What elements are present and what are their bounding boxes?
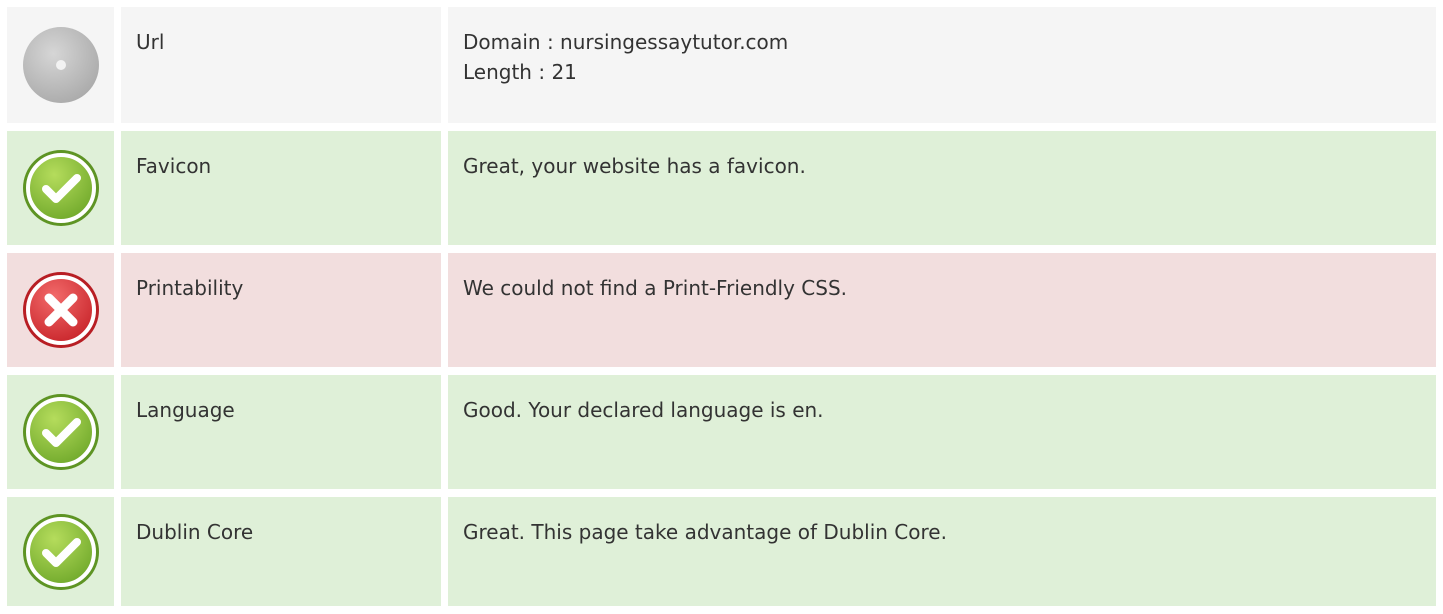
check-row-url: Url Domain : nursingessaytutor.com Lengt… bbox=[7, 7, 1436, 123]
check-icon bbox=[7, 131, 114, 245]
cross-icon bbox=[7, 253, 114, 367]
neutral-dot-icon bbox=[7, 7, 114, 123]
check-label: Dublin Core bbox=[121, 497, 441, 606]
check-value: Domain : nursingessaytutor.com Length : … bbox=[448, 7, 1436, 123]
check-row-favicon: Favicon Great, your website has a favico… bbox=[7, 131, 1436, 245]
check-label: Favicon bbox=[121, 131, 441, 245]
check-label: Printability bbox=[121, 253, 441, 367]
url-length: Length : 21 bbox=[463, 60, 577, 84]
check-value: Great. This page take advantage of Dubli… bbox=[448, 497, 1436, 606]
check-icon bbox=[7, 497, 114, 606]
check-value: We could not find a Print-Friendly CSS. bbox=[448, 253, 1436, 367]
check-row-dublin-core: Dublin Core Great. This page take advant… bbox=[7, 497, 1436, 606]
check-row-language: Language Good. Your declared language is… bbox=[7, 375, 1436, 489]
seo-check-table: Url Domain : nursingessaytutor.com Lengt… bbox=[7, 7, 1436, 614]
check-value: Good. Your declared language is en. bbox=[448, 375, 1436, 489]
check-row-printability: Printability We could not find a Print-F… bbox=[7, 253, 1436, 367]
url-domain: Domain : nursingessaytutor.com bbox=[463, 30, 789, 54]
check-value: Great, your website has a favicon. bbox=[448, 131, 1436, 245]
check-icon bbox=[7, 375, 114, 489]
check-label: Url bbox=[121, 7, 441, 123]
check-label: Language bbox=[121, 375, 441, 489]
